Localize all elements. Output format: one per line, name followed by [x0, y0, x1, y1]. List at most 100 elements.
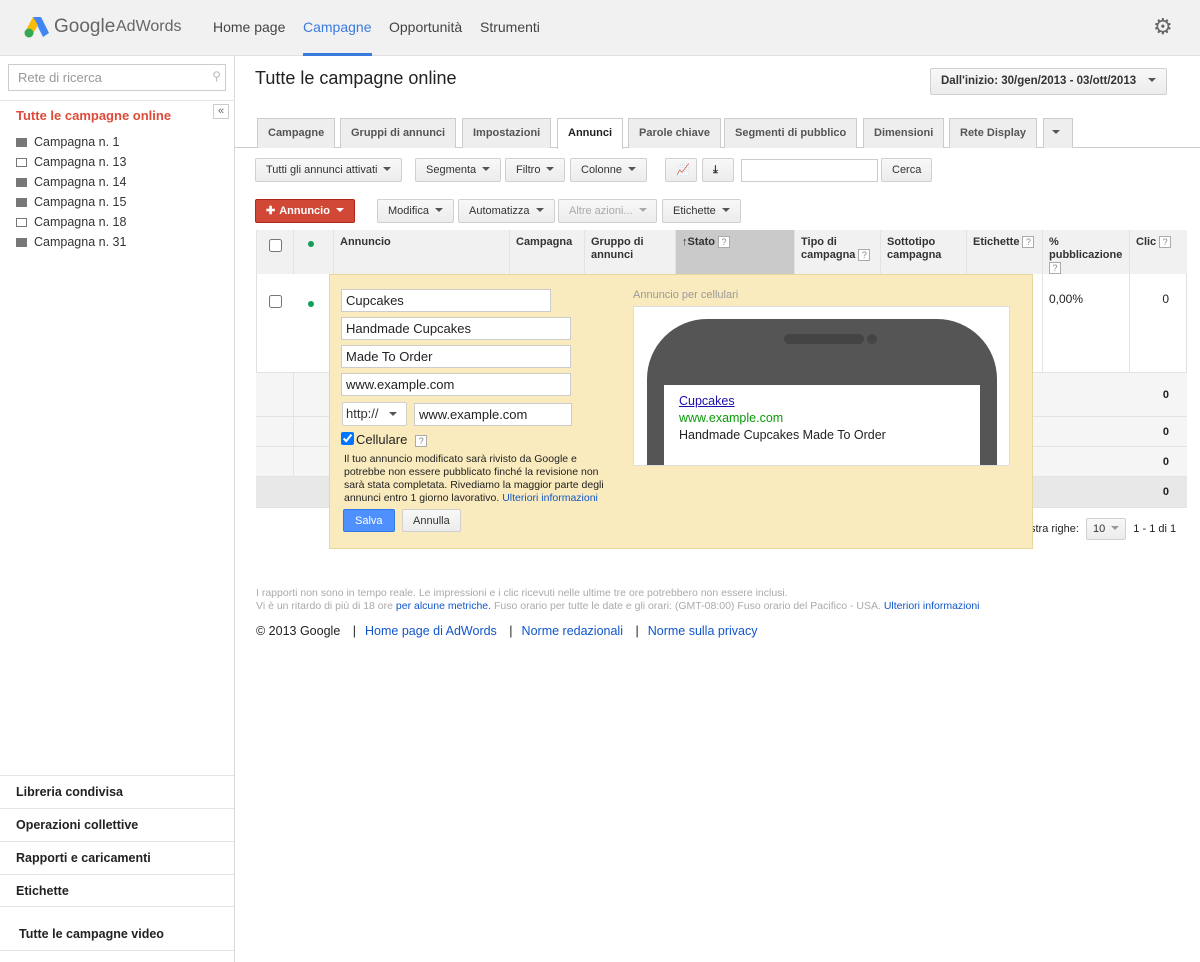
final-url-input[interactable] — [414, 403, 572, 426]
row-checkbox[interactable] — [269, 295, 282, 308]
tab-keywords[interactable]: Parole chiave — [628, 118, 721, 148]
line-chart-icon: 📈 — [676, 164, 690, 176]
phone-screen: Cupcakes www.example.com Handmade Cupcak… — [664, 385, 980, 465]
col-publication[interactable]: % pubblicazione? — [1042, 230, 1129, 274]
sidebar-campaign[interactable]: Campagna n. 14 — [16, 175, 126, 189]
preview-description: Handmade Cupcakes Made To Order — [679, 428, 886, 442]
table-search-input[interactable] — [741, 159, 878, 182]
metrics-link[interactable]: per alcune metriche. — [396, 600, 491, 612]
rows-per-page-select[interactable]: 10 — [1085, 518, 1127, 540]
save-button[interactable]: Salva — [343, 509, 395, 532]
display-url-input[interactable] — [341, 373, 571, 396]
select-all-checkbox[interactable] — [269, 239, 282, 252]
help-icon[interactable]: ? — [1049, 262, 1061, 274]
col-campaign[interactable]: Campagna — [509, 230, 584, 274]
sidebar-reports[interactable]: Rapporti e caricamenti — [0, 841, 234, 874]
gear-icon[interactable]: ⚙ — [1153, 16, 1173, 38]
campaign-label: Campagna n. 31 — [34, 235, 127, 249]
preview-headline[interactable]: Cupcakes — [679, 393, 965, 410]
more-tabs-button[interactable] — [1043, 118, 1073, 148]
nav-home[interactable]: Home page — [213, 0, 285, 56]
filter-button[interactable]: Filtro — [505, 158, 566, 182]
footer-note: Fuso orario per tutte le date e gli orar… — [493, 600, 881, 612]
col-campaign-type[interactable]: Tipo di campagna? — [794, 230, 880, 274]
tab-dimensions[interactable]: Dimensioni — [863, 118, 945, 148]
folder-paused-icon — [16, 218, 27, 227]
sidebar-campaign[interactable]: Campagna n. 13 — [16, 155, 126, 169]
ad-status-filter[interactable]: Tutti gli annunci attivati — [255, 158, 403, 182]
more-actions-button[interactable]: Altre azioni... — [558, 199, 657, 223]
tab-ad-groups[interactable]: Gruppi di annunci — [340, 118, 457, 148]
sidebar-campaign[interactable]: Campagna n. 31 — [16, 235, 126, 249]
clicks-value: 0 — [1162, 389, 1169, 401]
help-icon[interactable]: ? — [1159, 236, 1172, 248]
footer-links: © 2013 Google | Home page di AdWords | Nor… — [256, 624, 758, 638]
chart-button[interactable]: 📈 — [665, 158, 697, 182]
plus-icon: ✚ — [266, 205, 276, 217]
folder-icon — [16, 238, 27, 247]
privacy-policy-link[interactable]: Norme sulla privacy — [648, 624, 758, 638]
divider — [293, 373, 294, 477]
tab-campaigns[interactable]: Campagne — [257, 118, 336, 148]
description-line1-input[interactable] — [341, 317, 571, 340]
headline-input[interactable] — [341, 289, 551, 312]
nav-campaigns[interactable]: Campagne — [303, 0, 372, 56]
chevron-down-icon — [546, 167, 555, 171]
chevron-down-icon — [638, 208, 647, 212]
help-icon[interactable]: ? — [415, 435, 428, 447]
description-line2-input[interactable] — [341, 345, 571, 368]
search-icon[interactable]: ⚲ — [212, 69, 221, 83]
cancel-button[interactable]: Annulla — [402, 509, 461, 532]
labels-button[interactable]: Etichette — [662, 199, 741, 223]
collapse-sidebar-button[interactable]: « — [213, 104, 229, 119]
more-actions-label: Altre azioni... — [569, 205, 633, 217]
col-status-label: Stato — [687, 236, 716, 248]
adwords-home-link[interactable]: Home page di AdWords — [365, 624, 497, 638]
edit-label: Modifica — [388, 205, 429, 217]
sidebar-labels[interactable]: Etichette — [0, 874, 234, 907]
more-info-link[interactable]: Ulteriori informazioni — [502, 492, 598, 504]
sidebar-shared-library[interactable]: Libreria condivisa — [0, 775, 234, 808]
columns-button[interactable]: Colonne — [570, 158, 647, 182]
col-publication-label: % pubblicazione — [1049, 236, 1123, 261]
editorial-policy-link[interactable]: Norme redazionali — [522, 624, 623, 638]
download-button[interactable]: ⤓ — [702, 158, 734, 182]
campaign-label: Campagna n. 1 — [34, 135, 120, 149]
col-campaign-subtype[interactable]: Sottotipo campagna — [880, 230, 966, 274]
col-ad[interactable]: Annuncio — [333, 230, 509, 274]
col-clicks[interactable]: Clic? — [1129, 230, 1187, 274]
date-range-picker[interactable]: Dall'inizio: 30/gen/2013 - 03/ott/2013 — [930, 68, 1168, 95]
footer-note: Vi è un ritardo di più di 18 ore — [256, 600, 393, 612]
mobile-checkbox[interactable] — [341, 432, 354, 445]
adwords-logo[interactable]: Google AdWords — [24, 14, 184, 42]
sidebar-campaign[interactable]: Campagna n. 1 — [16, 135, 119, 149]
sidebar-title[interactable]: Tutte le campagne online — [16, 108, 171, 123]
sidebar-campaign[interactable]: Campagna n. 15 — [16, 195, 126, 209]
col-status[interactable]: ↑Stato? — [675, 230, 794, 274]
search-button[interactable]: Cerca — [881, 158, 933, 182]
more-info-link[interactable]: Ulteriori informazioni — [884, 600, 980, 612]
help-icon[interactable]: ? — [718, 236, 730, 248]
nav-tools[interactable]: Strumenti — [480, 0, 540, 56]
segment-button[interactable]: Segmenta — [415, 158, 502, 182]
sidebar-campaign[interactable]: Campagna n. 18 — [16, 215, 126, 229]
sidebar-video-campaigns[interactable]: Tutte le campagne video — [0, 918, 234, 951]
nav-opportunities[interactable]: Opportunità — [389, 0, 462, 56]
tab-settings[interactable]: Impostazioni — [462, 118, 552, 148]
col-ad-group[interactable]: Gruppo di annunci — [584, 230, 675, 274]
chevron-down-icon — [482, 167, 491, 171]
status-dot-icon — [308, 241, 314, 247]
edit-button[interactable]: Modifica — [377, 199, 454, 223]
protocol-select[interactable]: http:// — [342, 402, 407, 426]
automate-button[interactable]: Automatizza — [458, 199, 555, 223]
tab-display-network[interactable]: Rete Display — [949, 118, 1038, 148]
sidebar-bulk-operations[interactable]: Operazioni collettive — [0, 808, 234, 841]
tab-ads[interactable]: Annunci — [557, 118, 623, 149]
col-labels[interactable]: Etichette? — [966, 230, 1042, 274]
new-ad-button[interactable]: ✚ Annuncio — [255, 199, 355, 223]
help-icon[interactable]: ? — [1022, 236, 1035, 248]
tab-audiences[interactable]: Segmenti di pubblico — [724, 118, 858, 148]
help-icon[interactable]: ? — [858, 249, 871, 261]
sidebar-search-input[interactable]: Rete di ricerca ⚲ — [8, 64, 226, 91]
search-placeholder: Rete di ricerca — [18, 70, 102, 85]
